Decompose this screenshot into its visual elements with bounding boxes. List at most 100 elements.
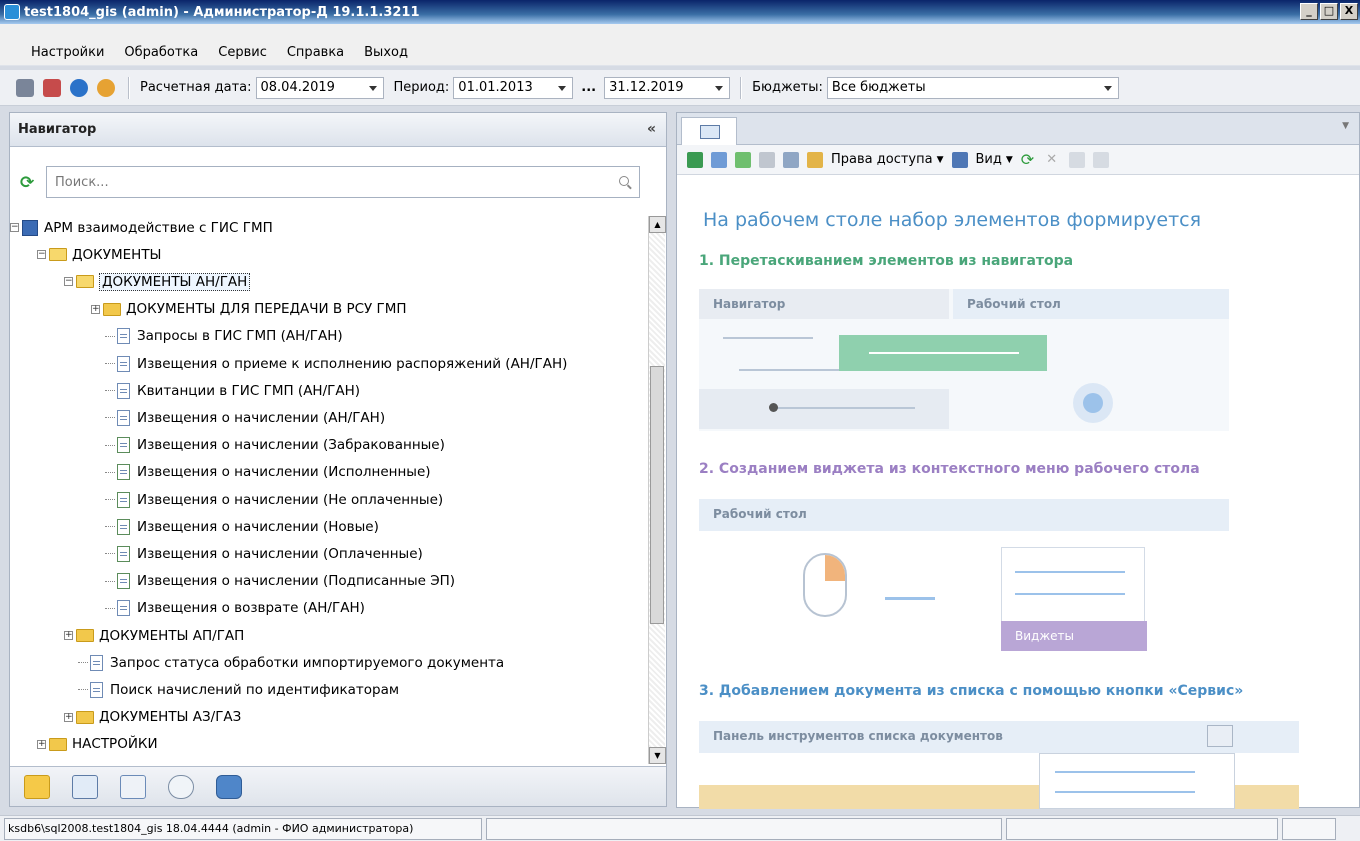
tree-item-label: Извещения о начислении (АН/ГАН) (137, 409, 386, 426)
tree-item[interactable]: + ДОКУМЕНТЫ ДЛЯ ПЕРЕДАЧИ В РСУ ГМП (91, 296, 407, 323)
minimize-button[interactable]: _ (1300, 3, 1318, 20)
info-icon[interactable] (70, 78, 88, 97)
delete-icon[interactable]: ✕ (1046, 152, 1057, 167)
tree-item-label: ДОКУМЕНТЫ ДЛЯ ПЕРЕДАЧИ В РСУ ГМП (126, 301, 407, 318)
folder-open-icon (49, 248, 67, 262)
tree-item[interactable]: Поиск начислений по идентификаторам (78, 676, 399, 703)
document-icon (117, 600, 130, 617)
tree-item[interactable]: Извещения о начислении (Забракованные) (105, 432, 445, 459)
navigator-header: Навигатор « (10, 113, 666, 147)
maximize-button[interactable]: □ (1320, 3, 1338, 20)
tree-item[interactable]: − ДОКУМЕНТЫ АН/ГАН (64, 268, 251, 295)
close-doc-icon[interactable] (43, 78, 61, 97)
eraser-icon[interactable] (759, 151, 775, 168)
view-icon[interactable] (951, 151, 968, 168)
expand-icon[interactable]: + (64, 631, 73, 640)
image-icon[interactable] (1093, 151, 1110, 168)
chevron-down-icon (715, 85, 724, 91)
expand-icon[interactable]: + (64, 712, 73, 722)
scroll-up-button[interactable]: ▲ (649, 216, 666, 233)
scroll-thumb[interactable] (650, 366, 664, 624)
tree-connector (105, 363, 115, 364)
tree-item[interactable]: − АРМ взаимодействие с ГИС ГМП (10, 214, 273, 241)
menu-service[interactable]: Сервис (215, 43, 270, 62)
illustration-widget: Рабочий стол Виджеты (699, 499, 1229, 651)
edit-icon[interactable] (783, 151, 799, 168)
print-icon[interactable] (1069, 151, 1086, 168)
step2-title: 2. Созданием виджета из контекстного мен… (699, 461, 1200, 477)
menu-bar: Настройки Обработка Сервис Справка Выход (0, 40, 1360, 66)
tree-item[interactable]: Запросы в ГИС ГМП (АН/ГАН) (105, 323, 343, 350)
documents-icon[interactable] (72, 774, 98, 799)
illustration-drag: Навигатор Рабочий стол (699, 289, 1229, 431)
refresh-icon[interactable]: ⟳ (20, 173, 38, 193)
access-rights-button[interactable]: Права доступа (831, 152, 933, 167)
scroll-down-button[interactable]: ▼ (649, 747, 666, 764)
tree-scrollbar[interactable]: ▲ ▼ (648, 216, 666, 764)
tree-item[interactable]: Извещения о возврате (АН/ГАН) (105, 595, 365, 622)
tree-item[interactable]: + ДОКУМЕНТЫ АЗ/ГАЗ (64, 704, 241, 731)
tree-item[interactable]: Извещения о начислении (Новые) (105, 513, 379, 540)
period-from-select[interactable]: 01.01.2013 (453, 76, 574, 99)
menu-help[interactable]: Справка (284, 43, 347, 62)
access-rights-icon[interactable] (807, 151, 823, 168)
tree-item[interactable]: Квитанции в ГИС ГМП (АН/ГАН) (105, 377, 360, 404)
menu-processing[interactable]: Обработка (121, 43, 201, 62)
chevron-down-icon (368, 85, 377, 91)
collapse-icon[interactable]: − (10, 223, 19, 232)
calc-date-select[interactable]: 08.04.2019 (255, 76, 384, 99)
tree-item[interactable]: Извещения о начислении (АН/ГАН) (105, 404, 385, 431)
list-icon[interactable] (735, 151, 751, 168)
tree-item[interactable]: Извещения о начислении (Оплаченные) (105, 540, 423, 567)
hierarchy-icon[interactable] (120, 774, 146, 799)
collapse-icon[interactable]: − (37, 250, 46, 260)
open-icon[interactable] (687, 151, 703, 168)
workflow-icon[interactable] (168, 774, 194, 799)
add-widget-icon[interactable] (711, 151, 727, 168)
document-icon (117, 382, 130, 399)
tree-item[interactable]: + НАСТРОЙКИ (37, 731, 158, 758)
tree-connector (105, 499, 115, 500)
desktop-tab[interactable] (681, 117, 737, 145)
folders-icon[interactable] (24, 774, 50, 799)
users-icon[interactable] (97, 78, 115, 97)
tree-item[interactable]: Извещения о начислении (Не оплаченные) (105, 486, 443, 513)
tab-menu-icon[interactable]: ▼ (1342, 121, 1349, 131)
tree-item[interactable]: Запрос статуса обработки импортируемого … (78, 649, 504, 676)
period-ellipsis-button[interactable]: ... (581, 80, 596, 95)
illus-nav-label: Навигатор (699, 289, 949, 319)
period-to-select[interactable]: 31.12.2019 (604, 76, 731, 99)
tree-item[interactable]: Извещения о начислении (Подписанные ЭП) (105, 568, 455, 595)
collapse-navigator-button[interactable]: « (647, 121, 656, 137)
menu-exit[interactable]: Выход (361, 43, 411, 62)
status-cell (1006, 817, 1278, 840)
collapse-icon[interactable]: − (64, 277, 73, 287)
close-button[interactable]: X (1340, 3, 1358, 20)
help-heading: На рабочем столе набор элементов формиру… (703, 209, 1202, 231)
document-filter-icon (117, 437, 130, 454)
desktop-help: На рабочем столе набор элементов формиру… (677, 175, 1360, 809)
tools-icon[interactable] (16, 78, 34, 97)
budgets-select[interactable]: Все бюджеты (826, 76, 1119, 99)
search-input[interactable]: Поиск... (46, 166, 640, 198)
document-icon (117, 355, 130, 372)
step1-title: 1. Перетаскиванием элементов из навигато… (699, 253, 1074, 269)
tree-item-label: Извещения о начислении (Исполненные) (137, 464, 431, 481)
tree-item[interactable]: Извещения о начислении (Исполненные) (105, 459, 431, 486)
tree-connector (105, 444, 115, 446)
menu-settings[interactable]: Настройки (28, 43, 107, 62)
expand-icon[interactable]: + (37, 739, 46, 749)
period-to-value: 31.12.2019 (609, 80, 684, 95)
chevron-down-icon (1103, 85, 1112, 91)
tree-item-label: Запрос статуса обработки импортируемого … (110, 654, 505, 671)
refresh-icon[interactable]: ⟳ (1021, 150, 1034, 169)
view-button[interactable]: Вид (976, 152, 1002, 167)
expand-icon[interactable]: + (91, 304, 100, 314)
database-icon[interactable] (216, 774, 242, 799)
tree-item[interactable]: + ДОКУМЕНТЫ АП/ГАП (64, 622, 244, 649)
tree-item[interactable]: Извещения о приеме к исполнению распоряж… (105, 350, 567, 377)
status-cell (486, 817, 1002, 840)
tree-item-label: ДОКУМЕНТЫ АЗ/ГАЗ (99, 709, 242, 726)
budgets-value: Все бюджеты (831, 80, 926, 95)
tree-item[interactable]: − ДОКУМЕНТЫ (37, 241, 161, 268)
